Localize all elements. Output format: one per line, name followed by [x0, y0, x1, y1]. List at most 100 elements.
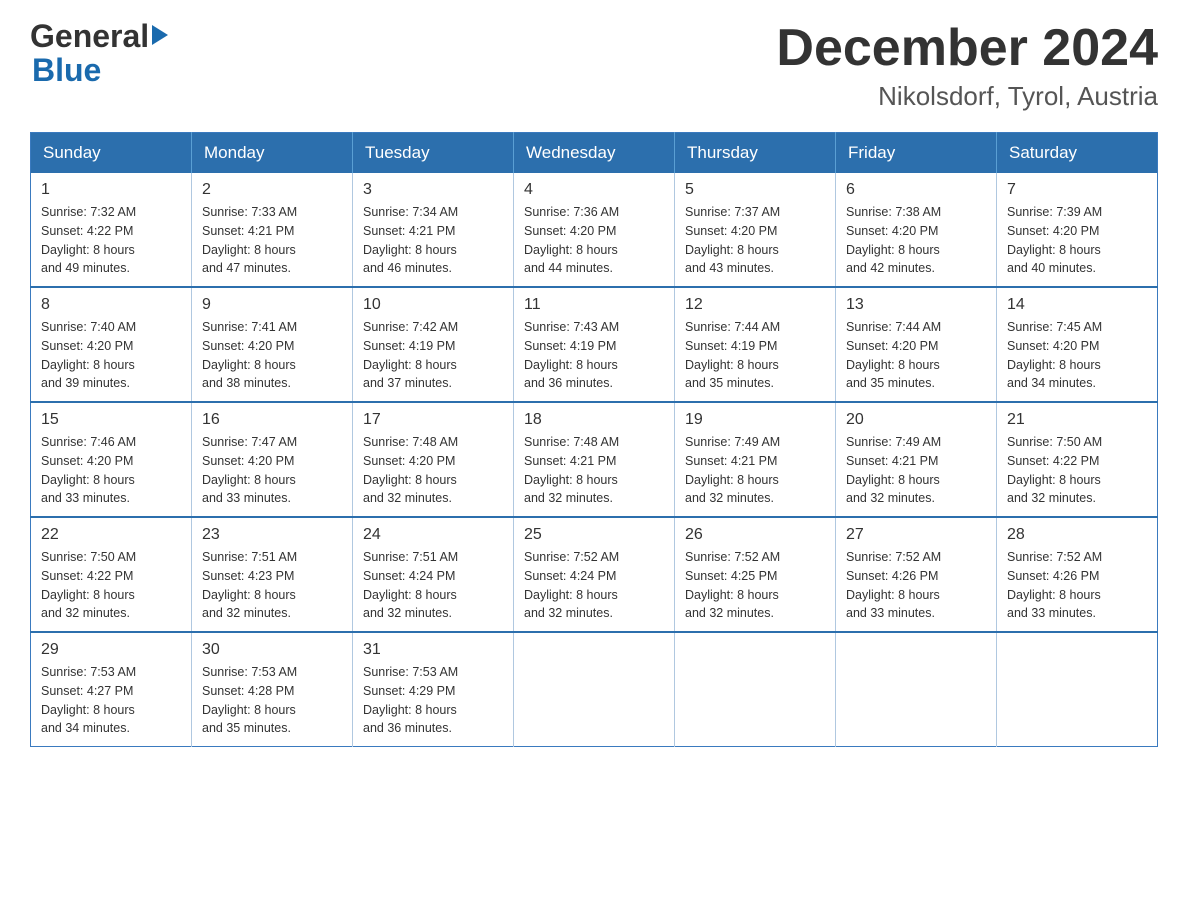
day-info: Sunrise: 7:52 AM Sunset: 4:26 PM Dayligh…	[1007, 548, 1147, 623]
day-info: Sunrise: 7:43 AM Sunset: 4:19 PM Dayligh…	[524, 318, 664, 393]
day-info: Sunrise: 7:49 AM Sunset: 4:21 PM Dayligh…	[685, 433, 825, 508]
calendar-week-row: 15 Sunrise: 7:46 AM Sunset: 4:20 PM Dayl…	[31, 402, 1158, 517]
day-info: Sunrise: 7:42 AM Sunset: 4:19 PM Dayligh…	[363, 318, 503, 393]
calendar-cell: 21 Sunrise: 7:50 AM Sunset: 4:22 PM Dayl…	[997, 402, 1158, 517]
day-number: 4	[524, 181, 664, 199]
calendar-header-sunday: Sunday	[31, 133, 192, 174]
day-info: Sunrise: 7:44 AM Sunset: 4:19 PM Dayligh…	[685, 318, 825, 393]
day-info: Sunrise: 7:51 AM Sunset: 4:24 PM Dayligh…	[363, 548, 503, 623]
logo-text-blue: Blue	[32, 52, 101, 89]
day-info: Sunrise: 7:36 AM Sunset: 4:20 PM Dayligh…	[524, 203, 664, 278]
day-info: Sunrise: 7:37 AM Sunset: 4:20 PM Dayligh…	[685, 203, 825, 278]
calendar-table: SundayMondayTuesdayWednesdayThursdayFrid…	[30, 132, 1158, 747]
calendar-cell: 9 Sunrise: 7:41 AM Sunset: 4:20 PM Dayli…	[192, 287, 353, 402]
day-number: 30	[202, 641, 342, 659]
calendar-cell: 30 Sunrise: 7:53 AM Sunset: 4:28 PM Dayl…	[192, 632, 353, 747]
calendar-cell: 23 Sunrise: 7:51 AM Sunset: 4:23 PM Dayl…	[192, 517, 353, 632]
calendar-cell: 13 Sunrise: 7:44 AM Sunset: 4:20 PM Dayl…	[836, 287, 997, 402]
calendar-cell: 24 Sunrise: 7:51 AM Sunset: 4:24 PM Dayl…	[353, 517, 514, 632]
day-number: 29	[41, 641, 181, 659]
day-number: 14	[1007, 296, 1147, 314]
day-info: Sunrise: 7:49 AM Sunset: 4:21 PM Dayligh…	[846, 433, 986, 508]
day-info: Sunrise: 7:50 AM Sunset: 4:22 PM Dayligh…	[41, 548, 181, 623]
calendar-cell	[836, 632, 997, 747]
calendar-cell: 26 Sunrise: 7:52 AM Sunset: 4:25 PM Dayl…	[675, 517, 836, 632]
day-info: Sunrise: 7:52 AM Sunset: 4:25 PM Dayligh…	[685, 548, 825, 623]
day-info: Sunrise: 7:44 AM Sunset: 4:20 PM Dayligh…	[846, 318, 986, 393]
logo: General Blue	[30, 20, 168, 89]
calendar-header-monday: Monday	[192, 133, 353, 174]
calendar-cell	[675, 632, 836, 747]
calendar-cell: 1 Sunrise: 7:32 AM Sunset: 4:22 PM Dayli…	[31, 173, 192, 287]
day-number: 13	[846, 296, 986, 314]
title-area: December 2024 Nikolsdorf, Tyrol, Austria	[776, 20, 1158, 112]
day-info: Sunrise: 7:52 AM Sunset: 4:24 PM Dayligh…	[524, 548, 664, 623]
day-info: Sunrise: 7:34 AM Sunset: 4:21 PM Dayligh…	[363, 203, 503, 278]
day-info: Sunrise: 7:51 AM Sunset: 4:23 PM Dayligh…	[202, 548, 342, 623]
calendar-header-thursday: Thursday	[675, 133, 836, 174]
calendar-cell: 12 Sunrise: 7:44 AM Sunset: 4:19 PM Dayl…	[675, 287, 836, 402]
day-info: Sunrise: 7:46 AM Sunset: 4:20 PM Dayligh…	[41, 433, 181, 508]
calendar-cell: 10 Sunrise: 7:42 AM Sunset: 4:19 PM Dayl…	[353, 287, 514, 402]
calendar-cell: 22 Sunrise: 7:50 AM Sunset: 4:22 PM Dayl…	[31, 517, 192, 632]
day-info: Sunrise: 7:38 AM Sunset: 4:20 PM Dayligh…	[846, 203, 986, 278]
calendar-cell: 27 Sunrise: 7:52 AM Sunset: 4:26 PM Dayl…	[836, 517, 997, 632]
logo-triangle-icon	[152, 25, 168, 45]
day-number: 2	[202, 181, 342, 199]
calendar-cell: 8 Sunrise: 7:40 AM Sunset: 4:20 PM Dayli…	[31, 287, 192, 402]
day-number: 31	[363, 641, 503, 659]
calendar-cell: 14 Sunrise: 7:45 AM Sunset: 4:20 PM Dayl…	[997, 287, 1158, 402]
calendar-cell: 5 Sunrise: 7:37 AM Sunset: 4:20 PM Dayli…	[675, 173, 836, 287]
day-number: 24	[363, 526, 503, 544]
calendar-cell: 17 Sunrise: 7:48 AM Sunset: 4:20 PM Dayl…	[353, 402, 514, 517]
day-number: 22	[41, 526, 181, 544]
day-number: 5	[685, 181, 825, 199]
calendar-cell: 2 Sunrise: 7:33 AM Sunset: 4:21 PM Dayli…	[192, 173, 353, 287]
calendar-header-wednesday: Wednesday	[514, 133, 675, 174]
day-number: 12	[685, 296, 825, 314]
day-info: Sunrise: 7:45 AM Sunset: 4:20 PM Dayligh…	[1007, 318, 1147, 393]
calendar-cell: 31 Sunrise: 7:53 AM Sunset: 4:29 PM Dayl…	[353, 632, 514, 747]
day-info: Sunrise: 7:39 AM Sunset: 4:20 PM Dayligh…	[1007, 203, 1147, 278]
day-number: 6	[846, 181, 986, 199]
day-info: Sunrise: 7:47 AM Sunset: 4:20 PM Dayligh…	[202, 433, 342, 508]
day-info: Sunrise: 7:53 AM Sunset: 4:29 PM Dayligh…	[363, 663, 503, 738]
day-number: 21	[1007, 411, 1147, 429]
calendar-cell: 3 Sunrise: 7:34 AM Sunset: 4:21 PM Dayli…	[353, 173, 514, 287]
day-info: Sunrise: 7:52 AM Sunset: 4:26 PM Dayligh…	[846, 548, 986, 623]
calendar-cell: 16 Sunrise: 7:47 AM Sunset: 4:20 PM Dayl…	[192, 402, 353, 517]
calendar-week-row: 8 Sunrise: 7:40 AM Sunset: 4:20 PM Dayli…	[31, 287, 1158, 402]
day-number: 16	[202, 411, 342, 429]
day-info: Sunrise: 7:50 AM Sunset: 4:22 PM Dayligh…	[1007, 433, 1147, 508]
day-number: 20	[846, 411, 986, 429]
day-info: Sunrise: 7:41 AM Sunset: 4:20 PM Dayligh…	[202, 318, 342, 393]
calendar-week-row: 22 Sunrise: 7:50 AM Sunset: 4:22 PM Dayl…	[31, 517, 1158, 632]
day-number: 8	[41, 296, 181, 314]
day-number: 27	[846, 526, 986, 544]
day-info: Sunrise: 7:48 AM Sunset: 4:20 PM Dayligh…	[363, 433, 503, 508]
calendar-cell: 20 Sunrise: 7:49 AM Sunset: 4:21 PM Dayl…	[836, 402, 997, 517]
calendar-cell: 25 Sunrise: 7:52 AM Sunset: 4:24 PM Dayl…	[514, 517, 675, 632]
calendar-week-row: 1 Sunrise: 7:32 AM Sunset: 4:22 PM Dayli…	[31, 173, 1158, 287]
header: General Blue December 2024 Nikolsdorf, T…	[30, 20, 1158, 112]
day-info: Sunrise: 7:48 AM Sunset: 4:21 PM Dayligh…	[524, 433, 664, 508]
day-number: 9	[202, 296, 342, 314]
day-number: 19	[685, 411, 825, 429]
calendar-cell: 29 Sunrise: 7:53 AM Sunset: 4:27 PM Dayl…	[31, 632, 192, 747]
day-number: 15	[41, 411, 181, 429]
day-number: 7	[1007, 181, 1147, 199]
calendar-header-friday: Friday	[836, 133, 997, 174]
day-number: 25	[524, 526, 664, 544]
page-title: December 2024	[776, 20, 1158, 77]
calendar-week-row: 29 Sunrise: 7:53 AM Sunset: 4:27 PM Dayl…	[31, 632, 1158, 747]
day-info: Sunrise: 7:33 AM Sunset: 4:21 PM Dayligh…	[202, 203, 342, 278]
calendar-cell: 11 Sunrise: 7:43 AM Sunset: 4:19 PM Dayl…	[514, 287, 675, 402]
logo-text-general: General	[30, 20, 149, 52]
calendar-cell: 7 Sunrise: 7:39 AM Sunset: 4:20 PM Dayli…	[997, 173, 1158, 287]
calendar-cell: 18 Sunrise: 7:48 AM Sunset: 4:21 PM Dayl…	[514, 402, 675, 517]
day-number: 28	[1007, 526, 1147, 544]
day-info: Sunrise: 7:40 AM Sunset: 4:20 PM Dayligh…	[41, 318, 181, 393]
calendar-cell: 4 Sunrise: 7:36 AM Sunset: 4:20 PM Dayli…	[514, 173, 675, 287]
calendar-header-saturday: Saturday	[997, 133, 1158, 174]
calendar-cell	[997, 632, 1158, 747]
